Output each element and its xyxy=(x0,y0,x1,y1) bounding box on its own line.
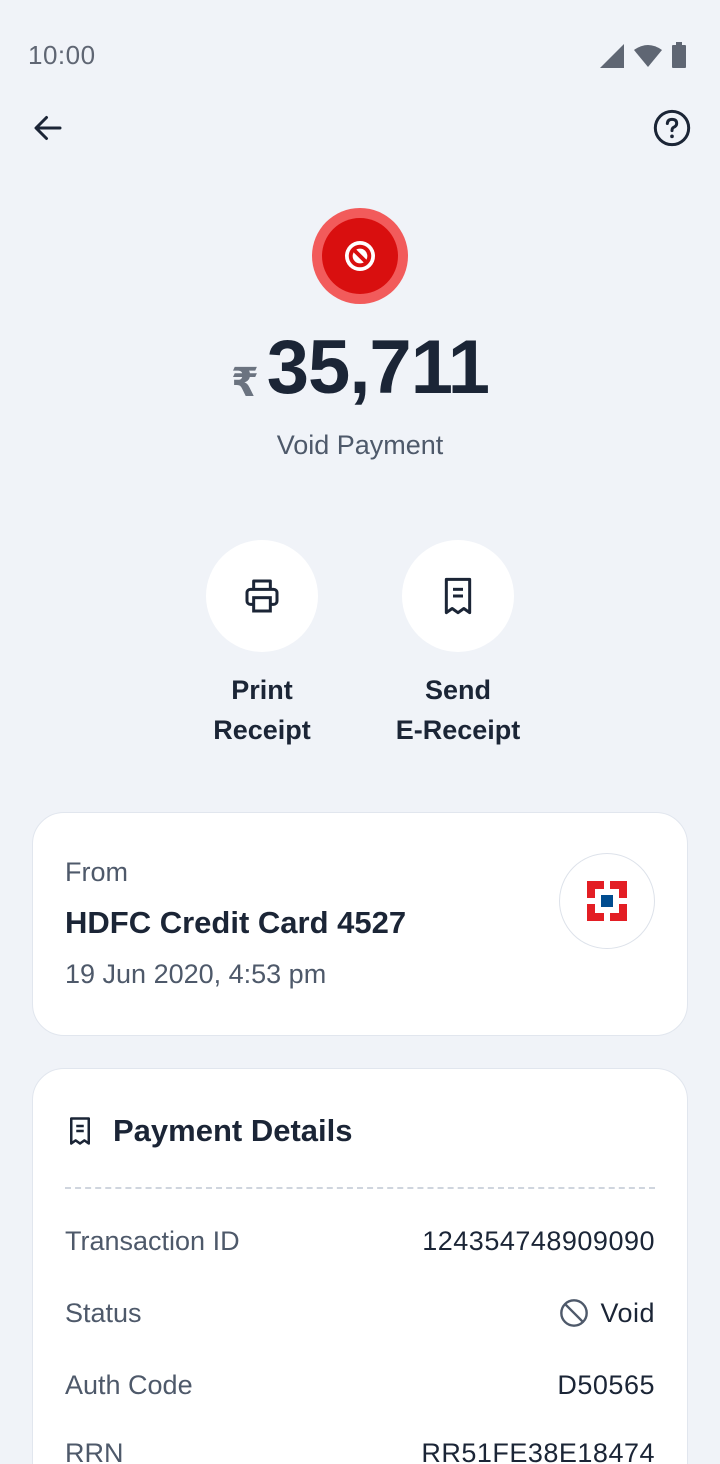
status-value-wrap: Void xyxy=(558,1297,655,1329)
detail-row-auth-code: Auth Code D50565 xyxy=(65,1365,655,1405)
payment-details-card: Payment Details Transaction ID 124354748… xyxy=(32,1068,688,1464)
detail-key: RRN xyxy=(65,1437,124,1464)
void-block-icon xyxy=(345,241,375,271)
payment-status-label: Void Payment xyxy=(276,430,444,460)
detail-key: Status xyxy=(65,1297,142,1328)
status-value: Void xyxy=(600,1297,655,1328)
detail-row-rrn: RRN RR51FE38E18474 xyxy=(65,1433,655,1464)
receipt-icon xyxy=(70,1117,90,1145)
transaction-id-value: 124354748909090 xyxy=(422,1225,655,1256)
status-time: 10:00 xyxy=(28,40,96,70)
print-receipt-button[interactable]: Print Receipt xyxy=(172,540,352,750)
payment-amount: 35,711 xyxy=(266,325,490,410)
detail-row-status: Status Void xyxy=(65,1293,655,1333)
detail-key: Auth Code xyxy=(65,1369,193,1400)
payment-source-card: From HDFC Credit Card 4527 19 Jun 2020, … xyxy=(32,812,688,1036)
back-button[interactable] xyxy=(24,104,72,152)
rrn-value: RR51FE38E18474 xyxy=(421,1437,655,1464)
payment-source-name: HDFC Credit Card 4527 xyxy=(65,905,407,940)
auth-code-value: D50565 xyxy=(557,1369,655,1400)
status-bar: 10:00 xyxy=(0,0,720,108)
wifi-icon xyxy=(634,45,662,67)
print-receipt-label: Print Receipt xyxy=(213,675,311,745)
help-button[interactable] xyxy=(648,104,696,152)
currency-symbol: ₹ xyxy=(230,361,259,405)
send-e-receipt-button[interactable]: Send E-Receipt xyxy=(368,540,548,750)
detail-key: Transaction ID xyxy=(65,1225,240,1256)
printer-icon xyxy=(245,579,279,613)
from-label: From xyxy=(65,857,128,887)
void-status-badge xyxy=(312,208,408,304)
arrow-left-icon xyxy=(34,116,62,140)
send-e-receipt-label: Send E-Receipt xyxy=(395,675,521,745)
amount-row: ₹ 35,711 xyxy=(0,324,720,412)
detail-row-transaction-id: Transaction ID 124354748909090 xyxy=(65,1221,655,1261)
help-circle-icon xyxy=(653,109,691,147)
battery-icon xyxy=(672,42,686,68)
payment-details-header: Payment Details xyxy=(65,1113,353,1149)
receipt-icon xyxy=(444,577,472,615)
dashed-divider xyxy=(65,1187,655,1189)
payment-datetime: 19 Jun 2020, 4:53 pm xyxy=(65,959,327,989)
payment-detail-screen: 10:00 ₹ 35,711 Void Payment Print Receip… xyxy=(0,0,720,1464)
status-icons xyxy=(600,42,686,68)
signal-icon xyxy=(600,44,624,68)
payment-details-title: Payment Details xyxy=(113,1113,353,1148)
block-icon xyxy=(558,1297,590,1329)
hdfc-bank-logo xyxy=(559,853,655,949)
